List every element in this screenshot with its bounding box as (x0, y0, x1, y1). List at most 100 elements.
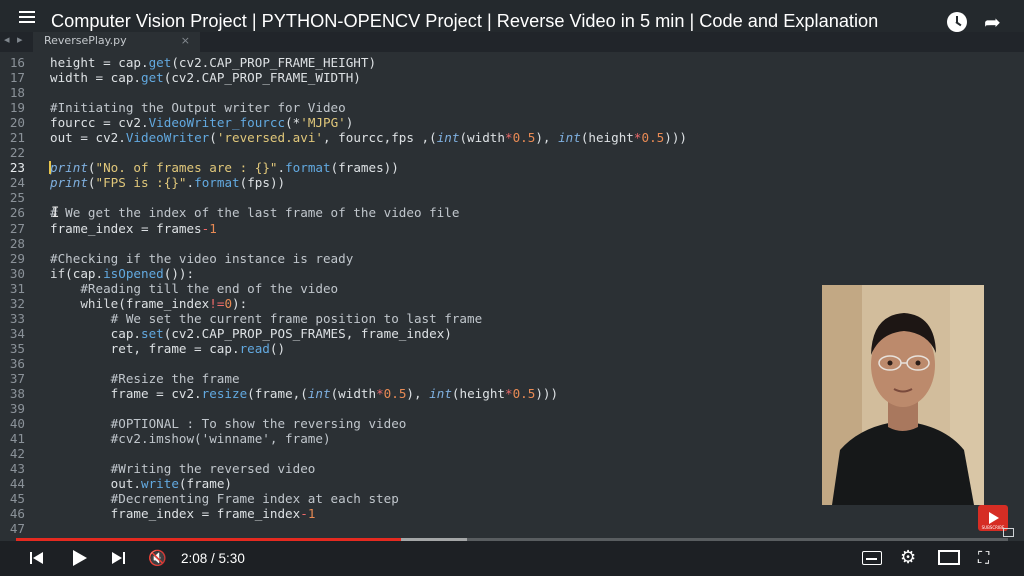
code-token: (frames)) (330, 160, 399, 176)
code-line[interactable]: 17 width = cap.get(cv2.CAP_PROP_FRAME_WID… (0, 70, 1024, 85)
code-token: cap. (50, 325, 141, 341)
code-token: #OPTIONAL : To show the reversing video (50, 416, 407, 432)
menu-icon[interactable] (19, 11, 35, 23)
code-token: VideoWriter (125, 130, 210, 146)
code-token: (frame) (178, 476, 232, 492)
code-line[interactable]: 22 (0, 145, 1024, 160)
line-number: 36 (9, 355, 25, 371)
code-token: ret, frame = cap. (50, 340, 240, 356)
line-number: 16 (9, 55, 25, 70)
gear-icon[interactable]: ⚙ (900, 549, 920, 567)
code-token: ), (535, 130, 559, 146)
line-number: 42 (9, 446, 25, 462)
code-text: #Initiating the Output writer for Video (50, 100, 346, 115)
code-text: print("No. of frames are : {}".format(fr… (50, 160, 399, 175)
code-text: #Decrementing Frame index at each step (50, 491, 399, 506)
code-text: width = cap.get(cv2.CAP_PROP_FRAME_WIDTH… (50, 70, 361, 85)
tab-nav-arrows-icon[interactable]: ◂ ▸ (4, 33, 25, 46)
line-number: 19 (9, 100, 25, 116)
code-token: #Writing the reversed video (50, 461, 316, 477)
editor-tab-reverseplay[interactable]: ReversePlay.py × (33, 30, 200, 52)
code-token: () (269, 340, 286, 356)
code-text: while(frame_index!=0): (50, 296, 247, 311)
line-number: 40 (9, 416, 25, 432)
code-token: # We set the current frame position to l… (50, 310, 483, 326)
code-token: int (429, 386, 452, 402)
code-token: != (209, 295, 225, 311)
line-number: 17 (9, 70, 25, 86)
code-token: * (376, 386, 384, 402)
text-cursor-icon: I (51, 205, 60, 221)
captions-icon[interactable] (862, 551, 882, 565)
code-token: frame_index = frames (50, 220, 202, 236)
code-token: ( (87, 160, 96, 176)
code-line[interactable]: 19 #Initiating the Output writer for Vide… (0, 100, 1024, 115)
line-number: 45 (9, 491, 25, 507)
line-number: 20 (9, 115, 25, 131)
code-line[interactable]: 20 fourcc = cv2.VideoWriter_fourcc(*'MJPG… (0, 115, 1024, 130)
line-number: 32 (9, 295, 25, 311)
close-icon[interactable]: × (181, 34, 190, 47)
code-token: fourcc = cv2. (50, 115, 149, 131)
code-line[interactable]: 21 out = cv2.VideoWriter('reversed.avi', … (0, 130, 1024, 145)
code-text: fourcc = cv2.VideoWriter_fourcc(*'MJPG') (50, 115, 353, 130)
code-token: VideoWriter_fourcc (148, 115, 286, 131)
line-number: 35 (9, 340, 25, 356)
code-token: 0.5 (383, 386, 407, 402)
muted-volume-icon[interactable]: 🔇 (148, 549, 168, 567)
code-token: frame = cv2. (50, 386, 202, 402)
code-line[interactable]: 47 (0, 521, 1024, 535)
code-token: "FPS is :{}" (95, 175, 187, 191)
code-token: width = cap. (50, 70, 141, 86)
video-title[interactable]: Computer Vision Project | PYTHON-OPENCV … (51, 11, 878, 32)
code-line[interactable]: 25 (0, 190, 1024, 205)
previous-icon[interactable] (30, 549, 46, 567)
code-token: frame_index = frame_index (50, 506, 301, 522)
code-token: - (300, 506, 308, 522)
code-token: ()): (163, 265, 195, 281)
line-number: 34 (9, 325, 25, 341)
code-token: (height (451, 386, 505, 402)
code-line[interactable]: 26 # We get the index of the last frame o… (0, 205, 1024, 220)
code-token: read (239, 340, 270, 356)
code-token: (cv2.CAP_PROP_POS_FRAMES, frame_index) (163, 325, 452, 341)
code-token: format (285, 160, 331, 176)
code-token: #Resize the frame (50, 370, 240, 386)
code-line[interactable]: 28 (0, 236, 1024, 251)
code-line[interactable]: 23 print("No. of frames are : {}".format(… (0, 160, 1024, 175)
code-token: ) (345, 115, 354, 131)
code-token: 1 (307, 506, 316, 522)
code-line[interactable]: 29 #Checking if the video instance is rea… (0, 251, 1024, 266)
line-number: 18 (9, 85, 25, 101)
code-line[interactable]: 30 if(cap.isOpened()): (0, 266, 1024, 281)
code-line[interactable]: 16 height = cap.get(cv2.CAP_PROP_FRAME_HE… (0, 55, 1024, 70)
line-number: 47 (9, 521, 25, 535)
play-icon[interactable] (73, 549, 89, 567)
code-token: # We get the index of the last frame of … (50, 205, 460, 221)
fullscreen-icon[interactable]: ⛶ (978, 549, 998, 567)
miniplayer-icon[interactable] (938, 550, 960, 565)
player-controls: 🔇 2:08 / 5:30 ⚙ ⛶ (0, 541, 1024, 576)
line-number: 46 (9, 506, 25, 522)
code-line[interactable]: 27 frame_index = frames-1 (0, 221, 1024, 236)
code-token: isOpened (103, 265, 164, 281)
next-icon[interactable] (112, 549, 128, 567)
code-token: int (558, 130, 581, 146)
code-token: (cap. (65, 265, 104, 281)
share-icon[interactable]: ➦ (984, 12, 1001, 32)
line-number: 26 (9, 205, 25, 221)
code-token: * (505, 386, 513, 402)
code-token: (frame,( (247, 386, 308, 402)
code-text: frame_index = frame_index-1 (50, 506, 316, 522)
code-line[interactable]: 46 frame_index = frame_index-1 (0, 506, 1024, 521)
watch-later-icon[interactable] (947, 12, 967, 32)
code-line[interactable]: 18 (0, 85, 1024, 100)
expand-icon[interactable] (1003, 528, 1014, 537)
caret (49, 161, 51, 175)
code-line[interactable]: 24 print("FPS is :{}".format(fps)) (0, 175, 1024, 190)
code-token: #Initiating the Output writer for Video (50, 100, 346, 116)
code-token: 0.5 (512, 386, 536, 402)
code-token: 0.5 (512, 130, 536, 146)
code-text: out.write(frame) (50, 476, 232, 491)
